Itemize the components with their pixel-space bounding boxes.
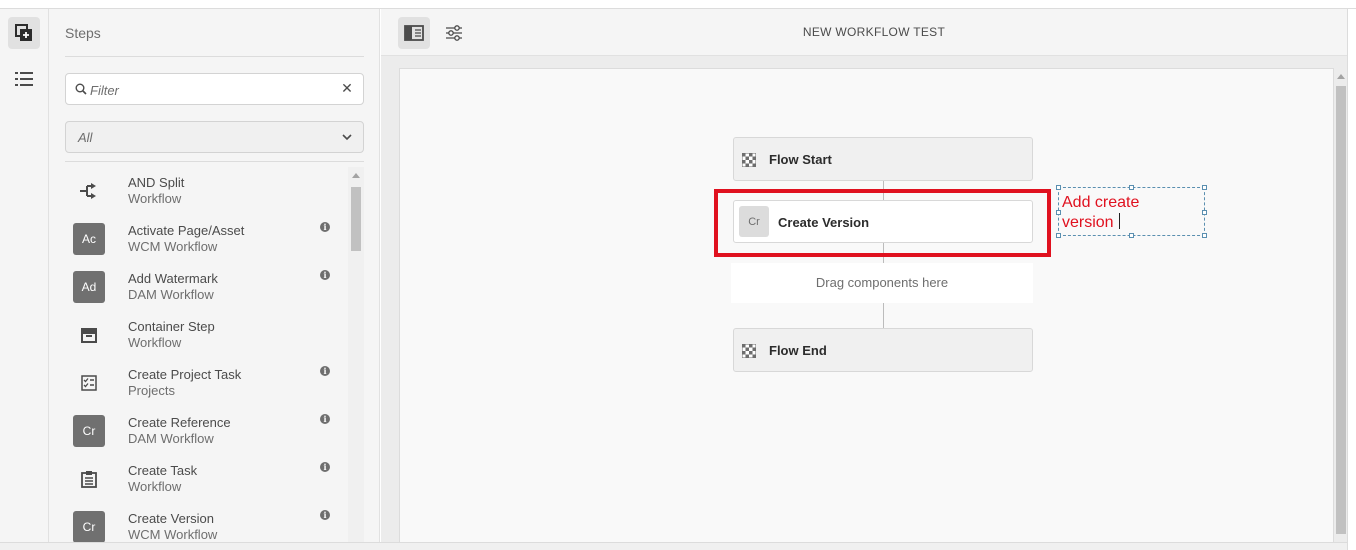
- list-item[interactable]: Container Step Workflow: [65, 311, 348, 359]
- search-icon: [75, 83, 87, 95]
- select-value: All: [78, 130, 93, 145]
- step-name: Create Version: [128, 511, 214, 526]
- chevron-down-icon: [342, 134, 352, 141]
- scroll-up-arrow-icon[interactable]: [1337, 74, 1345, 79]
- step-badge: Ad: [73, 271, 105, 303]
- step-name: Create Project Task: [128, 367, 242, 382]
- flow-start-label: Flow Start: [769, 152, 832, 167]
- step-category: DAM Workflow: [128, 287, 214, 302]
- and-split-icon: [73, 175, 105, 207]
- resize-handle[interactable]: [1129, 233, 1134, 238]
- step-category: Projects: [128, 383, 175, 398]
- list-item[interactable]: Ad Add Watermark DAM Workflow i: [65, 263, 348, 311]
- flow-end-label: Flow End: [769, 343, 827, 358]
- editor-toolbar: NEW WORKFLOW TEST: [381, 9, 1347, 56]
- list-item[interactable]: AND Split Workflow: [65, 167, 348, 215]
- info-icon[interactable]: i: [320, 414, 330, 424]
- steps-panel: Steps ✕ All AND Split Workflow Ac: [49, 9, 380, 550]
- step-category: WCM Workflow: [128, 527, 218, 542]
- step-name: Container Step: [128, 319, 215, 334]
- flow-checker-icon: [742, 153, 756, 167]
- text-caret: [1118, 213, 1120, 229]
- scrollbar-thumb[interactable]: [351, 187, 361, 251]
- flow-checker-icon: [742, 344, 756, 358]
- info-icon[interactable]: i: [320, 462, 330, 472]
- task-list-icon: [73, 367, 105, 399]
- container-step-icon: [73, 319, 105, 351]
- resize-handle[interactable]: [1202, 233, 1207, 238]
- resize-handle[interactable]: [1056, 185, 1061, 190]
- scrollbar-thumb[interactable]: [1336, 86, 1346, 534]
- filter-input[interactable]: [90, 80, 330, 100]
- flow-end-node[interactable]: Flow End: [733, 328, 1033, 372]
- step-badge: Cr: [73, 511, 105, 543]
- info-icon[interactable]: i: [320, 366, 330, 376]
- annotation-text: Add create version: [1062, 194, 1140, 231]
- scroll-up-arrow-icon[interactable]: [352, 173, 360, 178]
- step-group-select[interactable]: All: [65, 121, 364, 153]
- resize-handle[interactable]: [1056, 210, 1061, 215]
- panel-divider: [65, 56, 364, 57]
- drop-zone[interactable]: Drag components here: [731, 263, 1033, 303]
- list-item[interactable]: Create Project Task Projects i: [65, 359, 348, 407]
- step-category: Workflow: [128, 335, 182, 350]
- highlight-box: [714, 189, 1051, 257]
- step-badge: Ac: [73, 223, 105, 255]
- flow-start-node[interactable]: Flow Start: [733, 137, 1033, 181]
- resize-handle[interactable]: [1129, 185, 1134, 190]
- step-category: Workflow: [128, 191, 182, 206]
- step-name: Create Task: [128, 463, 198, 478]
- clear-icon[interactable]: ✕: [339, 80, 355, 97]
- resize-handle[interactable]: [1202, 185, 1207, 190]
- left-rail: [0, 9, 49, 550]
- step-category: DAM Workflow: [128, 431, 214, 446]
- list-item[interactable]: Create Task Workflow i: [65, 455, 348, 503]
- step-name: AND Split: [128, 175, 185, 190]
- annotation-textbox[interactable]: Add create version: [1056, 185, 1207, 238]
- window-top-edge: [0, 0, 1356, 9]
- step-badge: Cr: [73, 415, 105, 447]
- step-name: Add Watermark: [128, 271, 218, 286]
- list-item[interactable]: Cr Create Reference DAM Workflow i: [65, 407, 348, 455]
- add-step-icon: [15, 24, 32, 41]
- list-view-button[interactable]: [8, 63, 40, 95]
- filter-field[interactable]: ✕: [65, 73, 364, 105]
- clipboard-icon: [73, 463, 105, 495]
- workflow-title: NEW WORKFLOW TEST: [802, 25, 946, 39]
- resize-handle[interactable]: [1056, 233, 1061, 238]
- window-right-edge: [1347, 9, 1356, 550]
- resize-handle[interactable]: [1202, 210, 1207, 215]
- info-icon[interactable]: i: [320, 510, 330, 520]
- step-name: Activate Page/Asset: [128, 223, 245, 238]
- step-category: WCM Workflow: [128, 239, 218, 254]
- connector-line: [883, 303, 884, 328]
- step-list-scrollbar[interactable]: [348, 167, 364, 550]
- step-list: AND Split Workflow Ac Activate Page/Asse…: [65, 167, 348, 550]
- horizontal-scrollbar[interactable]: [0, 542, 1347, 550]
- list-icon: [15, 72, 33, 86]
- list-divider: [65, 161, 364, 162]
- list-item[interactable]: Ac Activate Page/Asset WCM Workflow i: [65, 215, 348, 263]
- canvas-scrollbar[interactable]: [1334, 68, 1348, 550]
- step-name: Create Reference: [128, 415, 231, 430]
- panel-title: Steps: [65, 25, 101, 41]
- step-category: Workflow: [128, 479, 182, 494]
- annotation-text-wrap: Add create version: [1062, 193, 1172, 233]
- info-icon[interactable]: i: [320, 270, 330, 280]
- info-icon[interactable]: i: [320, 222, 330, 232]
- steps-panel-button[interactable]: [8, 17, 40, 49]
